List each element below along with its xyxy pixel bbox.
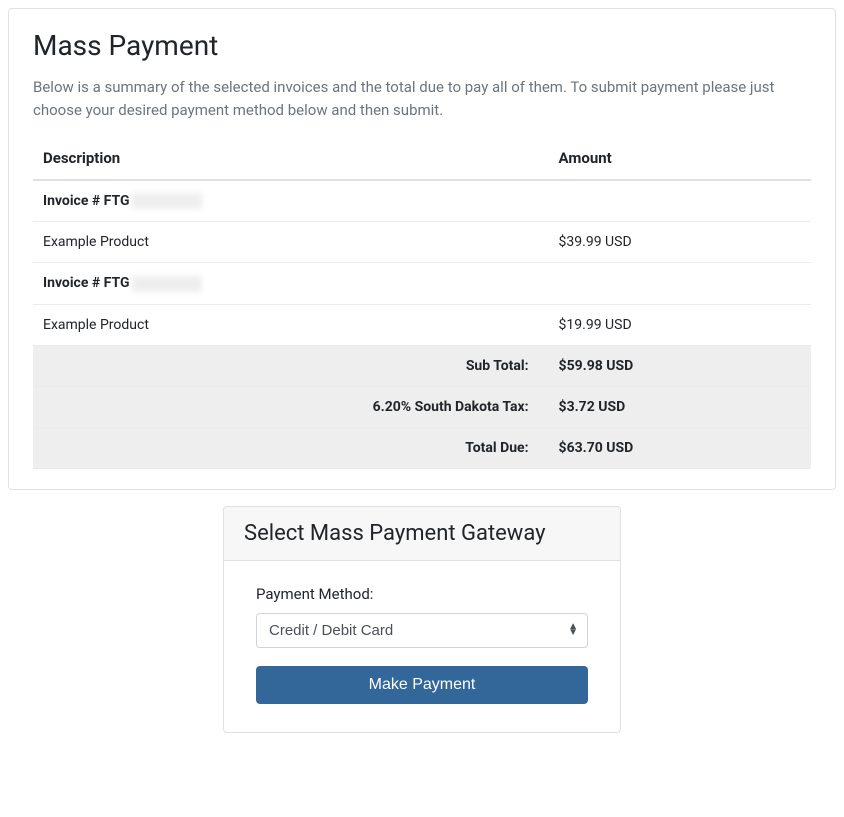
line-item-row: Example Product $19.99 USD (33, 304, 811, 345)
invoice-table: Description Amount Invoice # FTG Example… (33, 137, 811, 469)
line-item-row: Example Product $39.99 USD (33, 222, 811, 263)
gateway-title: Select Mass Payment Gateway (244, 521, 600, 546)
redacted-text (132, 276, 202, 292)
page-title: Mass Payment (33, 29, 811, 62)
col-amount-header: Amount (549, 137, 811, 180)
tax-row: 6.20% South Dakota Tax: $3.72 USD (33, 386, 811, 427)
total-due-label: Total Due: (33, 427, 549, 468)
payment-method-select-wrap: Credit / Debit Card ▲▼ (256, 613, 588, 648)
mass-payment-panel: Mass Payment Below is a summary of the s… (8, 8, 836, 490)
payment-method-select[interactable]: Credit / Debit Card (256, 613, 588, 648)
invoice-number: Invoice # FTG (33, 180, 811, 222)
line-item-amount: $39.99 USD (549, 222, 811, 263)
subtotal-label: Sub Total: (33, 345, 549, 386)
intro-text: Below is a summary of the selected invoi… (33, 76, 811, 121)
invoice-header-row: Invoice # FTG (33, 263, 811, 304)
redacted-text (132, 193, 202, 209)
tax-label: 6.20% South Dakota Tax: (33, 386, 549, 427)
invoice-header-row: Invoice # FTG (33, 180, 811, 222)
invoice-label: Invoice # FTG (43, 193, 130, 209)
line-item-name: Example Product (33, 304, 549, 345)
gateway-header: Select Mass Payment Gateway (224, 507, 620, 561)
line-item-amount: $19.99 USD (549, 304, 811, 345)
total-due-value: $63.70 USD (549, 427, 811, 468)
subtotal-value: $59.98 USD (549, 345, 811, 386)
payment-method-label: Payment Method: (256, 585, 588, 603)
make-payment-button[interactable]: Make Payment (256, 666, 588, 704)
total-due-row: Total Due: $63.70 USD (33, 427, 811, 468)
col-description-header: Description (33, 137, 549, 180)
gateway-body: Payment Method: Credit / Debit Card ▲▼ M… (224, 561, 620, 732)
line-item-name: Example Product (33, 222, 549, 263)
tax-value: $3.72 USD (549, 386, 811, 427)
invoice-number: Invoice # FTG (33, 263, 811, 304)
gateway-panel: Select Mass Payment Gateway Payment Meth… (223, 506, 621, 733)
invoice-label: Invoice # FTG (43, 275, 130, 291)
subtotal-row: Sub Total: $59.98 USD (33, 345, 811, 386)
